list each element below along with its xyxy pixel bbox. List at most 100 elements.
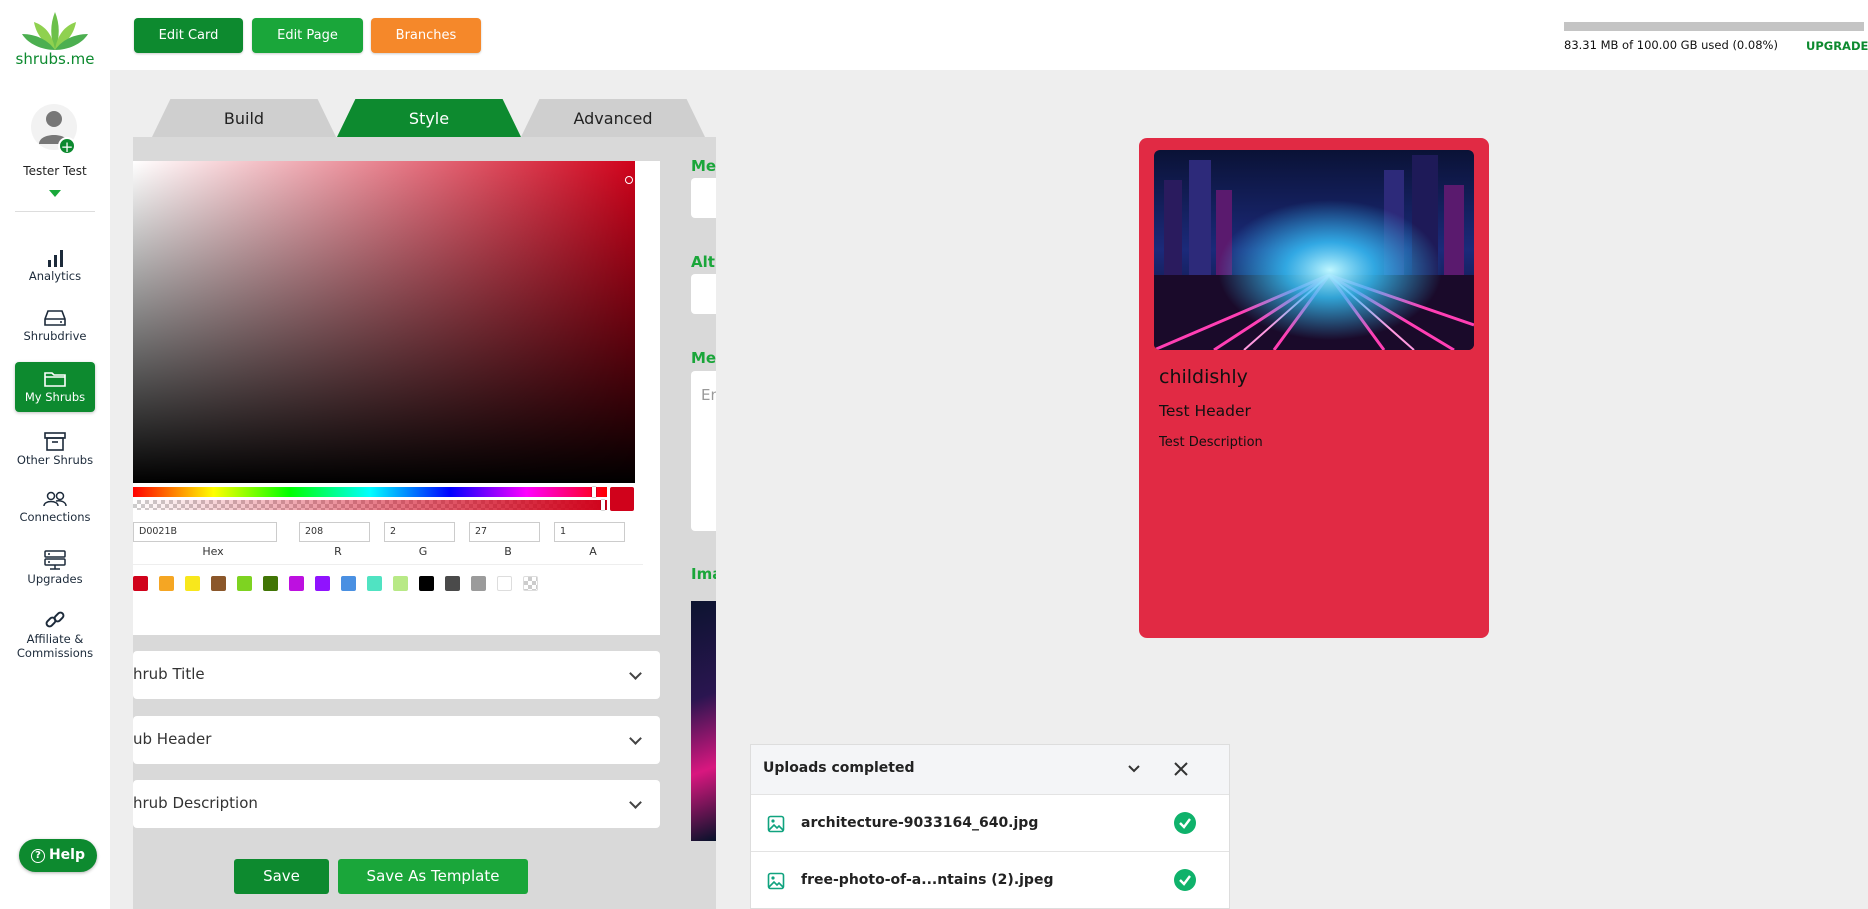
sidebar-item-my-shrubs[interactable]: My Shrubs [15,362,95,412]
logo[interactable]: shrubs.me [14,10,96,68]
tab-style[interactable]: Style [337,99,521,137]
server-icon [44,550,66,570]
preset-swatch[interactable] [341,576,356,591]
meta-description-label: Met [691,349,716,367]
chevron-down-icon [629,667,642,680]
preset-swatch[interactable] [185,576,200,591]
upload-file-name: free-photo-of-a...ntains (2).jpeg [801,872,1054,888]
preset-swatch[interactable] [445,576,460,591]
alt-text-label: Alt [691,253,715,271]
preset-swatch[interactable] [263,576,278,591]
add-avatar-icon[interactable]: + [58,137,76,156]
drive-icon [44,310,66,326]
g-label: G [418,545,428,558]
image-label: Ima [691,565,716,583]
preset-swatch[interactable] [393,576,408,591]
edit-page-button[interactable]: Edit Page [252,18,363,53]
image-thumbnail[interactable] [691,601,716,841]
alpha-input[interactable]: 1 [554,522,625,542]
accordion-shrub-title[interactable]: hrub Title [133,651,660,699]
accordion-shrub-description[interactable]: hrub Description [133,780,660,828]
preset-swatch[interactable] [471,576,486,591]
folder-icon [44,372,66,387]
edit-card-button[interactable]: Edit Card [134,18,243,53]
upgrade-link[interactable]: UPGRADE [1806,39,1868,53]
accordion-label: hrub Description [133,794,258,812]
archive-icon [44,432,66,451]
chevron-down-icon [629,796,642,809]
sidebar-item-label: Analytics [28,269,82,283]
preset-swatch[interactable] [523,576,538,591]
close-icon[interactable] [1173,761,1189,777]
sidebar-item-other-shrubs[interactable]: Other Shrubs [15,423,95,473]
sidebar-item-label: Connections [19,510,91,524]
preset-swatch[interactable] [315,576,330,591]
question-icon: ? [30,849,45,863]
save-button[interactable]: Save [234,859,329,894]
alpha-slider[interactable] [133,500,607,510]
tab-label: Advanced [573,109,653,128]
preset-swatch[interactable] [133,576,148,591]
tab-advanced[interactable]: Advanced [521,99,705,137]
red-input[interactable]: 208 [299,522,370,542]
user-menu-caret-icon[interactable] [49,190,61,197]
preset-swatch[interactable] [367,576,382,591]
current-color-swatch [610,487,634,511]
upload-file-name: architecture-9033164_640.jpg [801,815,1039,831]
tab-build[interactable]: Build [152,99,336,137]
logo-text: shrubs.me [15,50,95,68]
check-circle-icon [1174,812,1196,834]
neon-city-image [1154,150,1474,350]
saturation-value-area[interactable] [133,161,635,483]
sidebar-item-label: Affiliate & Commissions [16,632,94,660]
alpha-slider-handle[interactable] [601,500,605,510]
card-image [1154,150,1474,350]
r-label: R [334,545,342,558]
leaf-logo-icon [22,12,88,50]
hue-slider[interactable] [133,487,607,497]
sidebar-item-label: Other Shrubs [16,453,94,467]
check-circle-icon [1174,869,1196,891]
preset-swatch[interactable] [289,576,304,591]
storage-usage-text: 83.31 MB of 100.00 GB used (0.08%) [1564,38,1778,52]
chevron-down-icon[interactable] [1127,762,1141,776]
preset-swatch[interactable] [211,576,226,591]
storage-usage-bar [1564,22,1864,31]
sidebar-item-upgrades[interactable]: Upgrades [15,542,95,592]
hue-slider-handle[interactable] [592,487,596,497]
help-button[interactable]: ? Help [19,839,97,872]
meta-title-input[interactable] [691,178,716,218]
green-input[interactable]: 2 [384,522,455,542]
preset-swatch[interactable] [159,576,174,591]
save-as-template-button[interactable]: Save As Template [338,859,528,894]
users-icon [43,491,67,507]
branches-button[interactable]: Branches [371,18,481,53]
preset-divider [133,564,643,565]
chevron-down-icon [629,732,642,745]
card-description: Test Description [1159,435,1263,450]
sidebar-item-shrubdrive[interactable]: Shrubdrive [15,301,95,351]
sidebar-divider [15,211,95,212]
preset-swatch[interactable] [419,576,434,591]
hex-input[interactable]: D0021B [133,522,277,542]
accordion-shrub-header[interactable]: ub Header [133,716,660,764]
blue-input[interactable]: 27 [469,522,540,542]
user-name: Tester Test [23,164,87,178]
card-title: childishly [1159,366,1248,388]
sidebar-item-affiliate[interactable]: Affiliate & Commissions [15,602,95,666]
sidebar-item-label: Shrubdrive [23,329,87,343]
upload-file-row: free-photo-of-a...ntains (2).jpeg [751,851,1229,908]
sidebar-item-analytics[interactable]: Analytics [15,241,95,291]
meta-description-placeholder: En [701,386,716,404]
alt-text-input[interactable] [691,274,716,314]
preset-swatch[interactable] [497,576,512,591]
sidebar: shrubs.me + Tester Test Analytics Shrubd… [0,0,110,909]
meta-title-label: Met [691,157,716,175]
preset-swatch[interactable] [237,576,252,591]
sidebar-item-label: Upgrades [27,572,83,586]
saturation-handle[interactable] [625,176,633,184]
sidebar-item-connections[interactable]: Connections [15,482,95,532]
help-label: Help [48,847,86,863]
b-label: B [504,545,512,558]
accordion-label: hrub Title [133,665,205,683]
